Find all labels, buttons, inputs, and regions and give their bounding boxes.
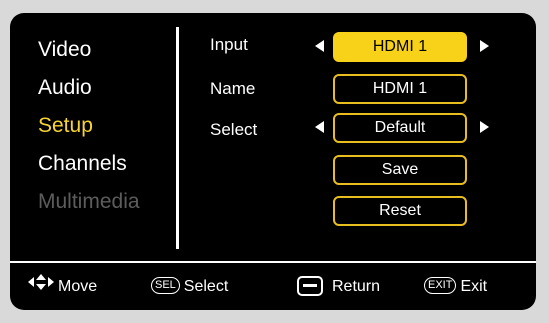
hint-move-label: Move [58,278,98,296]
hint-exit: EXIT Exit [424,275,487,299]
menu-item-audio[interactable]: Audio [38,69,140,107]
hint-exit-label: Exit [460,278,488,295]
select-next-arrow-icon[interactable] [480,121,489,133]
key-hints: Move SEL Select Return EXIT Exit [10,274,536,299]
hint-move: Move [28,274,98,299]
input-next-arrow-icon[interactable] [480,40,489,52]
hint-return: Return [297,275,380,299]
hint-select: SEL Select [151,275,228,299]
osd-panel: Video Audio Setup Channels Multimedia In… [10,13,536,310]
input-selector[interactable]: HDMI 1 [333,32,467,62]
reset-button[interactable]: Reset [333,196,467,226]
footer-divider [10,261,536,263]
sel-key-icon: SEL [151,277,180,295]
select-label: Select [210,120,258,139]
menu-item-video[interactable]: Video [38,31,140,69]
save-button[interactable]: Save [333,155,467,185]
menu-item-channels[interactable]: Channels [38,145,140,183]
hint-return-label: Return [332,278,381,295]
minus-key-icon [297,275,323,296]
menu-item-setup[interactable]: Setup [38,107,140,145]
four-way-arrow-icon [28,274,54,298]
menu-item-multimedia: Multimedia [38,190,140,213]
vertical-divider [176,27,179,249]
hint-select-label: Select [183,278,229,295]
main-menu: Video Audio Setup Channels Multimedia [38,31,140,221]
exit-key-icon: EXIT [424,277,457,295]
input-label: Input [210,35,248,54]
select-selector[interactable]: Default [333,113,467,143]
name-field[interactable]: HDMI 1 [333,74,467,104]
input-prev-arrow-icon[interactable] [315,40,324,52]
name-label: Name [210,79,256,98]
select-prev-arrow-icon[interactable] [315,121,324,133]
